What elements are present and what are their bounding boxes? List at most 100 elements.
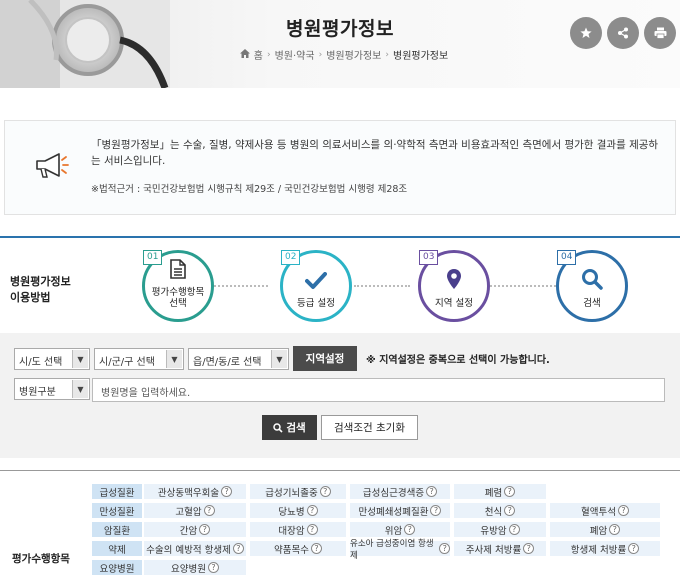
breadcrumb-current: 병원평가정보 [393,51,449,62]
reset-button[interactable]: 검색조건 초기화 [321,415,418,440]
megaphone-icon [33,151,69,185]
help-icon[interactable]: ? [504,486,516,497]
share-button[interactable] [607,17,639,49]
category-acute: 급성질환 [92,484,142,499]
usage-steps-label-line1: 병원평가정보 [10,275,71,288]
search-button[interactable]: 검색 [262,415,317,440]
step-connector [354,285,410,287]
home-icon[interactable] [239,48,250,61]
breadcrumb: 홈 › 병원·약국 › 병원평가정보 › 병원평가정보 [0,47,680,62]
breadcrumb-hospital-pharmacy[interactable]: 병원·약국 [275,47,315,62]
step-search: 04 검색 [556,250,628,322]
chevron-right-icon: › [318,49,323,60]
item-otitis-antibiotics[interactable]: 유소아 급성중이염 항생제? [350,539,450,561]
help-icon[interactable]: ? [439,543,450,554]
item-nursing-hospital[interactable]: 요양병원? [144,560,246,575]
item-prophylactic-antibiotics[interactable]: 수술의 예방적 항생제? [144,541,246,556]
item-label: 당뇨병 [278,506,305,518]
help-icon[interactable]: ? [609,524,621,535]
share-icon [618,27,628,39]
step-connector [214,285,268,287]
hospital-type-select-value: 병원구분 [19,387,56,398]
item-copd[interactable]: 만성폐쇄성폐질환? [350,503,450,518]
help-icon[interactable]: ? [504,505,516,516]
eupmyeondong-select-value: 읍/면/동/로 선택 [193,357,262,368]
item-antibiotic-rate[interactable]: 항생제 처방률? [550,541,660,556]
step-label: 등급 설정 [297,298,335,309]
item-colon-cancer[interactable]: 대장암? [250,522,346,537]
help-icon[interactable]: ? [221,486,233,497]
item-label: 관상동맥우회술 [157,487,220,499]
item-hemodialysis[interactable]: 혈액투석? [550,503,660,518]
print-icon [654,27,666,39]
item-drug-count[interactable]: 약품목수? [250,541,346,556]
page-header: 병원평가정보 홈 › 병원·약국 › 병원평가정보 › 병원평가정보 [0,0,680,88]
favorite-button[interactable] [570,17,602,49]
item-lung-cancer[interactable]: 폐암? [550,522,660,537]
item-hypertension[interactable]: 고혈압? [144,503,246,518]
hospital-name-input[interactable]: 병원명을 입력하세요. [92,378,665,402]
help-icon[interactable]: ? [306,505,318,516]
item-breast-cancer[interactable]: 유방암? [454,522,546,537]
step-number: 03 [419,250,439,265]
help-icon[interactable]: ? [207,562,219,573]
help-icon[interactable]: ? [306,524,318,535]
item-stomach-cancer[interactable]: 위암? [350,522,450,537]
help-icon[interactable]: ? [430,505,442,516]
region-setting-button[interactable]: 지역설정 [293,346,357,371]
help-icon[interactable]: ? [523,543,535,554]
help-icon[interactable]: ? [319,486,331,497]
step-number: 02 [281,250,301,265]
help-icon[interactable]: ? [426,486,438,497]
item-label: 수술의 예방적 항생제 [146,544,231,556]
step-connector [490,285,556,287]
help-icon[interactable]: ? [617,505,629,516]
item-asthma[interactable]: 천식? [454,503,546,518]
header-actions [570,17,676,49]
breadcrumb-home[interactable]: 홈 [254,47,263,62]
item-ami[interactable]: 급성심근경색증? [350,484,450,499]
category-chronic: 만성질환 [92,503,142,518]
sigungu-select[interactable]: 시/군/구 선택 ▼ [94,348,184,370]
help-icon[interactable]: ? [232,543,244,554]
sido-select-value: 시/도 선택 [19,357,63,368]
item-diabetes[interactable]: 당뇨병? [250,503,346,518]
sido-select[interactable]: 시/도 선택 ▼ [14,348,90,370]
breadcrumb-evaluation[interactable]: 병원평가정보 [326,47,381,62]
check-icon [305,272,327,294]
hospital-evaluation-page: 병원평가정보 홈 › 병원·약국 › 병원평가정보 › 병원평가정보 「병원평가… [0,0,680,580]
help-icon[interactable]: ? [199,524,211,535]
notice-message: 「병원평가정보」는 수술, 질병, 약제사용 등 병원의 의료서비스를 의·약학… [91,139,659,167]
print-button[interactable] [644,17,676,49]
search-icon [273,422,283,433]
chevron-down-icon: ▼ [72,380,88,398]
help-icon[interactable]: ? [310,543,322,554]
item-pneumonia[interactable]: 폐렴? [454,484,546,499]
chevron-right-icon: › [266,49,271,60]
step-select-items: 01 평가수행항목 선택 [142,250,214,322]
eupmyeondong-select[interactable]: 읍/면/동/로 선택 ▼ [188,348,289,370]
service-notice: 「병원평가정보」는 수술, 질병, 약제사용 등 병원의 의료서비스를 의·약학… [4,120,676,215]
evaluation-items: 평가수행항목 급성질환 관상동맥우회술? 급성기뇌졸중? 급성심근경색증? 폐렴… [0,470,680,580]
usage-steps: 병원평가정보 이용방법 01 평가수행항목 선택 02 등급 설정 03 지역 … [0,236,680,331]
legal-basis: ※법적근거 : 국민건강보험법 시행규칙 제29조 / 국민건강보험법 시행령 … [91,184,408,195]
item-cabg[interactable]: 관상동맥우회술? [144,484,246,499]
help-icon[interactable]: ? [404,524,416,535]
step-label-sub: 선택 [169,298,187,309]
item-acute-stroke[interactable]: 급성기뇌졸중? [250,484,346,499]
item-liver-cancer[interactable]: 간암? [144,522,246,537]
help-icon[interactable]: ? [203,505,215,516]
help-icon[interactable]: ? [508,524,520,535]
item-label: 요양병원 [171,563,206,575]
evaluation-items-label: 평가수행항목 [12,553,70,565]
help-icon[interactable]: ? [628,543,640,554]
item-label: 고혈압 [175,506,202,518]
item-label: 약품목수 [274,544,309,556]
hospital-type-select[interactable]: 병원구분 ▼ [14,378,90,400]
item-label: 폐암 [589,525,608,537]
map-pin-icon [446,268,462,294]
item-injection-rate[interactable]: 주사제 처방률? [454,541,546,556]
item-label: 만성폐쇄성폐질환 [358,506,429,518]
item-label: 유방암 [480,525,507,537]
item-label: 위암 [384,525,403,537]
